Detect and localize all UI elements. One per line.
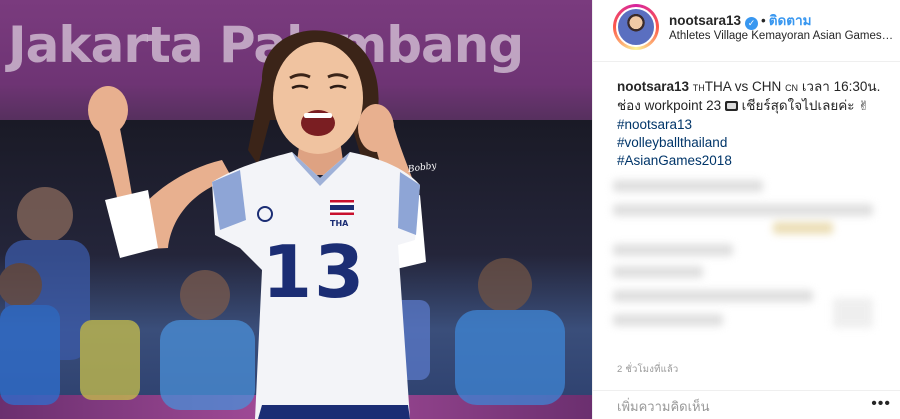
verified-check-icon: ✓ — [745, 17, 759, 30]
caption-cheer: เชียร์สุดใจไปเลยค่ะ — [737, 98, 859, 113]
blurred-comments — [613, 178, 893, 353]
post-side-panel: nootsara13 ✓ • ติดตาม Athletes Village Kema… — [592, 0, 900, 419]
avatar[interactable] — [616, 7, 656, 47]
post-header: nootsara13 ✓ • ติดตาม Athletes Village Kema… — [593, 0, 900, 62]
post-caption: nootsara13 THTHA vs CHN CN เวลา 16:30น. … — [617, 78, 892, 170]
cn-flag-emoji: CN — [785, 83, 799, 93]
caption-matchup: THA vs CHN — [704, 79, 786, 94]
caption-username[interactable]: nootsara13 — [617, 79, 689, 94]
jersey-country-code: THA — [330, 219, 349, 228]
player-illustration — [0, 30, 565, 419]
more-options-icon[interactable]: ••• — [871, 395, 891, 413]
comment-input[interactable] — [617, 397, 847, 415]
hashtag-link[interactable]: #nootsara13 — [617, 116, 892, 134]
post-photo[interactable]: Jakarta Palembang THA 13 Bobby — [0, 0, 592, 419]
tv-icon — [724, 101, 738, 111]
post-timestamp[interactable]: 2 ชั่วโมงที่แล้ว — [617, 362, 678, 377]
follow-button[interactable]: ติดตาม — [769, 13, 812, 28]
victory-hand-icon: ✌ — [858, 99, 870, 114]
story-ring[interactable] — [613, 4, 659, 50]
th-flag-emoji: TH — [692, 83, 705, 93]
caption-time: เวลา 16:30น. — [798, 79, 881, 94]
hashtag-link[interactable]: #volleyballthailand — [617, 134, 892, 152]
header-username[interactable]: nootsara13 — [669, 13, 741, 28]
hashtag-link[interactable]: #AsianGames2018 — [617, 152, 892, 170]
caption-channel: ช่อง workpoint 23 — [617, 98, 725, 113]
header-username-row: nootsara13 ✓ • ติดตาม — [669, 9, 812, 31]
jersey-number: 13 — [262, 230, 367, 314]
location-link[interactable]: Athletes Village Kemayoran Asian Games .… — [669, 30, 894, 42]
comment-bar: ••• — [593, 390, 900, 419]
separator-dot: • — [761, 13, 766, 28]
